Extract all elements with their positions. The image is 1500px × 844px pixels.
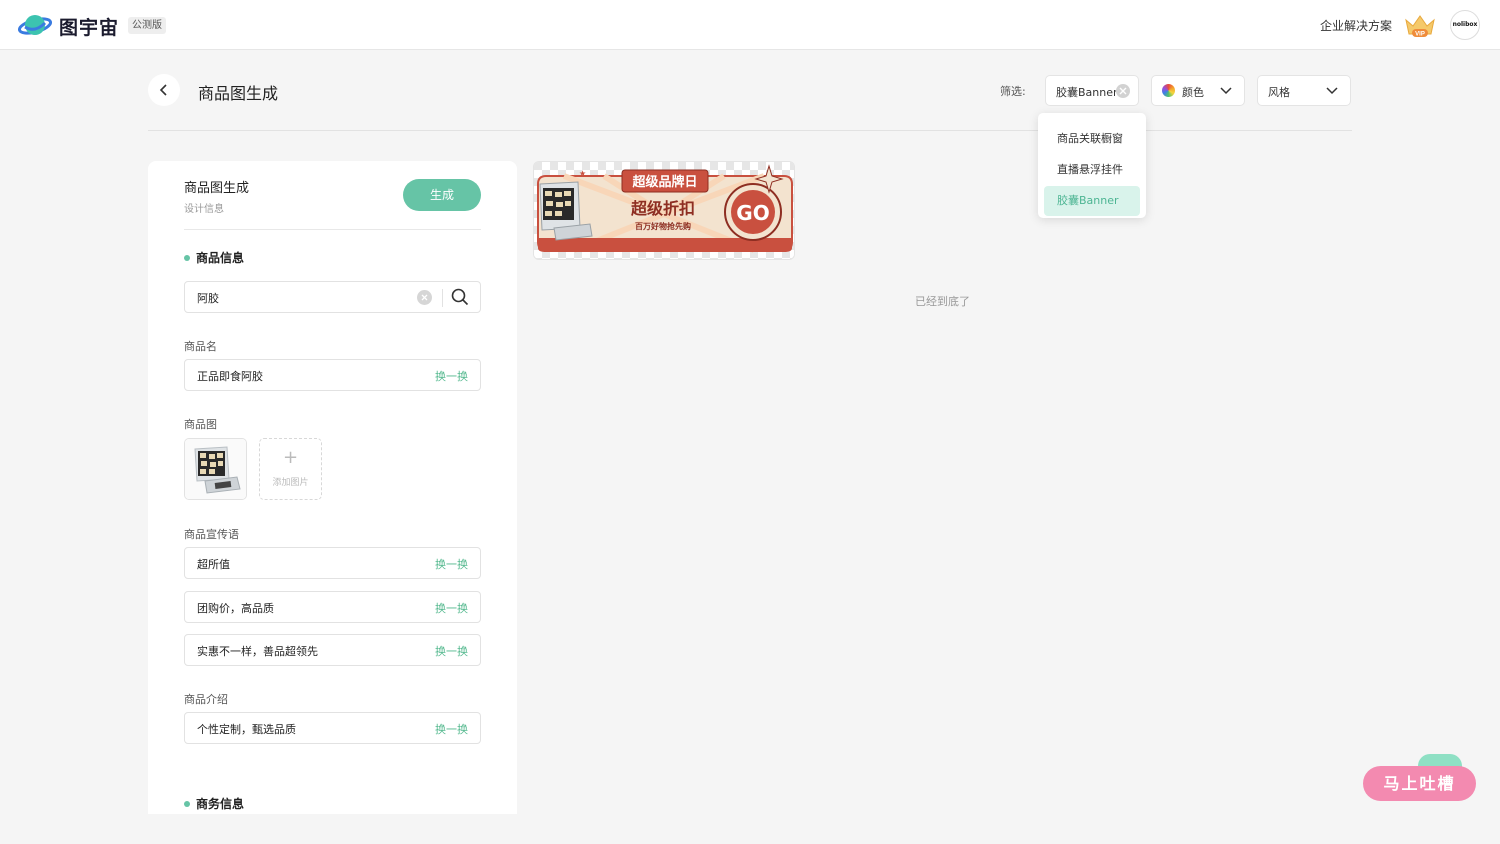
add-image-label: 添加图片 [272,478,309,488]
design-info-panel: 商品图生成 设计信息 生成 商品信息 阿胶 商品名 正品即食阿胶 换一换 商品图… [148,161,517,814]
style-filter-select[interactable]: 风格 [1257,75,1351,106]
feedback-button[interactable]: 马上吐槽 [1363,766,1476,801]
back-button[interactable] [148,74,180,106]
plus-icon: + [282,447,299,468]
search-value: 阿胶 [197,292,219,305]
chevron-down-icon [1326,87,1338,95]
top-nav: 图宇宙 公测版 企业解决方案 VIP nolibox [0,0,1500,50]
swap-slogan-1-button[interactable]: 换一换 [435,556,468,572]
page-title: 商品图生成 [198,84,279,103]
color-filter-select[interactable]: 颜色 [1151,75,1245,106]
panel-divider [184,229,481,230]
color-wheel-icon [1162,84,1175,97]
dropdown-option-live-widget[interactable]: 直播悬浮挂件 [1044,155,1140,185]
swap-name-button[interactable]: 换一换 [435,368,468,384]
enterprise-solutions-link[interactable]: 企业解决方案 [1320,17,1392,34]
header-divider [148,130,1352,131]
style-filter-label: 风格 [1268,86,1290,99]
type-dropdown-menu: 商品关联橱窗 直播悬浮挂件 胶囊Banner [1038,113,1146,218]
swap-slogan-3-button[interactable]: 换一换 [435,643,468,659]
panel-title: 商品图生成 [184,181,250,196]
section-business-label: 商务信息 [196,797,245,811]
panel-subtitle: 设计信息 [184,204,224,215]
slogan-field-1[interactable]: 超所值 换一换 [184,547,481,579]
clear-search-icon[interactable] [417,290,432,305]
banner-go: GO [736,201,769,225]
section-business-info: 商务信息 [184,795,244,812]
slogan-label: 商品宣传语 [184,528,239,541]
search-separator [442,289,443,307]
color-filter-label: 颜色 [1182,86,1204,99]
end-of-list-message: 已经到底了 [915,295,970,308]
add-image-button[interactable]: + 添加图片 [259,438,322,500]
vip-crown-icon[interactable]: VIP [1403,12,1437,38]
product-image-thumbnail[interactable] [184,438,247,500]
section-dot [184,254,190,261]
slogan-value-1: 超所值 [197,558,230,571]
intro-value: 个性定制，甄选品质 [197,723,296,736]
slogan-value-2: 团购价，高品质 [197,602,274,615]
section-product-label: 商品信息 [196,251,245,265]
search-icon[interactable] [451,288,469,306]
dropdown-option-capsule-banner[interactable]: 胶囊Banner [1044,186,1140,216]
intro-field[interactable]: 个性定制，甄选品质 换一换 [184,712,481,744]
user-avatar[interactable]: nolibox [1450,10,1480,40]
generate-button[interactable]: 生成 [403,179,481,211]
type-filter-value: 胶囊Banner [1056,86,1118,99]
product-search-input[interactable]: 阿胶 [184,281,481,313]
type-filter-select[interactable]: 胶囊Banner [1045,75,1139,106]
banner-headline: 超级折扣 [630,199,695,218]
banner-result-card[interactable]: 超级品牌日 超级折扣 百万好物抢先购 GO ★ [533,161,795,260]
beta-badge: 公测版 [128,17,166,34]
product-name-label: 商品名 [184,340,217,353]
dropdown-option-showcase[interactable]: 商品关联橱窗 [1044,124,1140,154]
product-name-value: 正品即食阿胶 [197,370,263,383]
section-dot [184,800,190,807]
product-image-label: 商品图 [184,418,217,431]
vip-label: VIP [1415,32,1425,38]
banner-subtext: 百万好物抢先购 [635,221,691,231]
product-name-field[interactable]: 正品即食阿胶 换一换 [184,359,481,391]
brand-name[interactable]: 图宇宙 [59,13,119,40]
clear-filter-icon[interactable] [1116,84,1130,98]
swap-slogan-2-button[interactable]: 换一换 [435,600,468,616]
planet-logo-icon[interactable] [18,11,52,39]
slogan-field-2[interactable]: 团购价，高品质 换一换 [184,591,481,623]
intro-label: 商品介绍 [184,693,228,706]
svg-text:★: ★ [579,169,586,178]
chevron-left-icon [159,84,167,96]
section-product-info: 商品信息 [184,249,244,266]
filter-label: 筛选: [1000,85,1026,98]
slogan-value-3: 实惠不一样，善品超领先 [197,645,318,658]
slogan-field-3[interactable]: 实惠不一样，善品超领先 换一换 [184,634,481,666]
banner-tag: 超级品牌日 [632,174,697,190]
chevron-down-icon [1220,87,1232,95]
swap-intro-button[interactable]: 换一换 [435,721,468,737]
